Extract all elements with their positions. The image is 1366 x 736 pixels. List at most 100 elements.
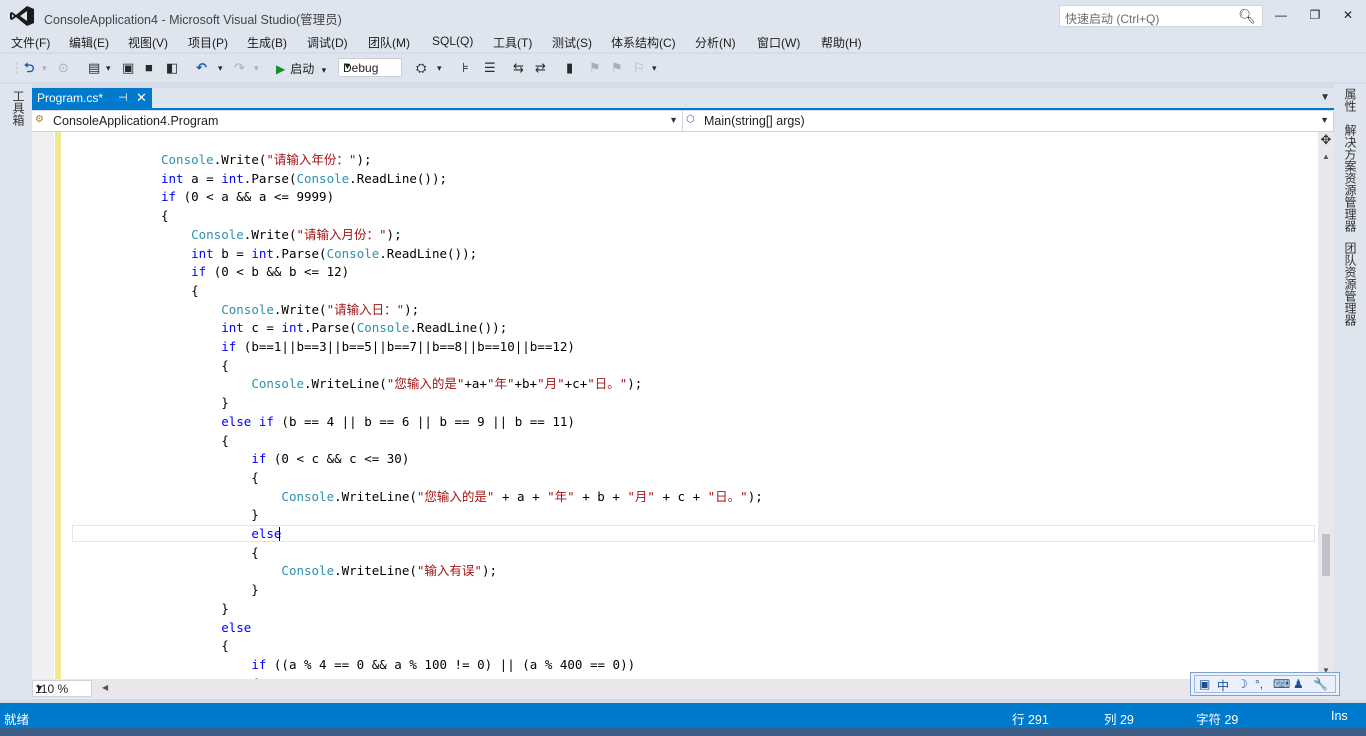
menu-sql[interactable]: SQL(Q) xyxy=(432,34,473,48)
code-line[interactable]: Console.Write("请输入月份："); xyxy=(161,225,402,244)
code-line[interactable]: Console.WriteLine("您输入的是"+a+"年"+b+"月"+c+… xyxy=(161,374,642,393)
restore-button[interactable]: ❐ xyxy=(1302,6,1328,24)
ime-chinese-toggle[interactable]: 中 xyxy=(1217,677,1229,694)
menu-window[interactable]: 窗口(W) xyxy=(757,34,800,51)
code-line[interactable]: { xyxy=(161,636,229,655)
code-editor[interactable]: Console.Write("请输入年份："); int a = int.Pars… xyxy=(32,132,1318,679)
properties-tab[interactable]: 属性 xyxy=(1342,88,1359,112)
menu-help[interactable]: 帮助(H) xyxy=(821,34,862,51)
toolbox-tab[interactable]: 工具箱 xyxy=(10,90,27,126)
scroll-thumb[interactable] xyxy=(1322,534,1330,576)
tab-overflow-icon[interactable]: ▼ xyxy=(1320,92,1330,103)
indent-icon[interactable]: ☰ xyxy=(484,58,496,78)
quick-launch-input[interactable]: 快速启动 (Ctrl+Q) 🔍︎ xyxy=(1059,5,1263,27)
navigate-back-icon[interactable]: ⮌ xyxy=(24,58,34,78)
code-line[interactable]: { xyxy=(161,356,229,375)
member-select-value: Main(string[] args) xyxy=(704,114,805,128)
menu-tools[interactable]: 工具(T) xyxy=(493,34,532,51)
ime-mode-icon[interactable]: ▣ xyxy=(1199,677,1210,691)
ime-user-icon[interactable]: ♟ xyxy=(1293,677,1304,691)
redo-icon[interactable]: ↷ xyxy=(234,58,245,78)
code-line[interactable]: else xyxy=(161,524,281,543)
code-line[interactable]: else xyxy=(161,618,251,637)
ime-punctuation-icon[interactable]: °, xyxy=(1255,677,1263,691)
bookmark-icon[interactable]: ▮ xyxy=(566,58,573,78)
clear-bookmarks-icon[interactable]: ⚐ xyxy=(633,58,645,78)
prev-bookmark-icon[interactable]: ⚑ xyxy=(589,58,601,78)
search-icon[interactable]: 🔍︎ xyxy=(1238,8,1256,25)
code-line[interactable]: else if (b == 4 || b == 6 || b == 9 || b… xyxy=(161,412,575,431)
undo-icon[interactable]: ↶ xyxy=(196,58,207,78)
code-line[interactable]: Console.WriteLine("您输入的是" + a + "年" + b … xyxy=(161,487,762,506)
uncomment-icon[interactable]: ⇄ xyxy=(535,58,546,78)
pin-icon[interactable]: ⊣ xyxy=(118,91,128,104)
glyph-margin[interactable] xyxy=(32,132,54,679)
code-line[interactable]: if (0 < a && a <= 9999) xyxy=(161,187,334,206)
class-select[interactable]: ⚙ ConsoleApplication4.Program ▼ xyxy=(32,111,683,131)
new-project-dropdown-icon[interactable]: ▾ xyxy=(106,58,111,78)
scroll-up-icon[interactable]: ▲ xyxy=(1322,152,1330,161)
code-line[interactable]: int c = int.Parse(Console.ReadLine()); xyxy=(161,318,507,337)
vertical-scrollbar[interactable]: ▲ ▼ xyxy=(1318,132,1334,679)
ime-settings-icon[interactable]: 🔧 xyxy=(1313,677,1328,691)
menu-build[interactable]: 生成(B) xyxy=(247,34,287,51)
code-line[interactable]: { xyxy=(161,431,229,450)
start-dropdown-icon[interactable]: ▾ xyxy=(322,65,327,75)
split-window-icon[interactable]: ✥ xyxy=(1318,132,1334,148)
code-line[interactable]: } xyxy=(161,393,229,412)
zoom-select[interactable]: 110 % ▼ xyxy=(32,680,92,697)
navigate-forward-icon[interactable]: ⊙ xyxy=(58,58,69,78)
code-line[interactable]: if (0 < b && b <= 12) xyxy=(161,262,349,281)
code-line[interactable]: { xyxy=(161,206,169,225)
team-explorer-tab[interactable]: 团队资源管理器 xyxy=(1342,242,1359,326)
comment-icon[interactable]: ⇆ xyxy=(513,58,524,78)
attach-dropdown-icon[interactable]: ▾ xyxy=(437,58,442,78)
code-line[interactable]: int b = int.Parse(Console.ReadLine()); xyxy=(161,244,477,263)
menu-project[interactable]: 项目(P) xyxy=(188,34,228,51)
back-dropdown-icon[interactable]: ▾ xyxy=(42,58,47,78)
redo-dropdown-icon[interactable]: ▾ xyxy=(254,58,259,78)
code-line[interactable]: if (0 < c && c <= 30) xyxy=(161,449,409,468)
code-line[interactable]: int a = int.Parse(Console.ReadLine()); xyxy=(161,169,447,188)
close-window-button[interactable]: ✕ xyxy=(1335,6,1361,24)
code-line[interactable]: } xyxy=(161,505,259,524)
menu-edit[interactable]: 编辑(E) xyxy=(69,34,109,51)
menu-analyze[interactable]: 分析(N) xyxy=(695,34,736,51)
menu-test[interactable]: 测试(S) xyxy=(552,34,592,51)
code-line[interactable]: { xyxy=(161,543,259,562)
code-line[interactable]: Console.WriteLine("输入有误"); xyxy=(161,561,497,580)
scroll-left-icon[interactable]: ◀ xyxy=(102,683,108,692)
code-line[interactable]: { xyxy=(161,468,259,487)
code-line[interactable]: Console.Write("请输入年份："); xyxy=(161,150,372,169)
solution-configuration-select[interactable]: Debug ▼ xyxy=(338,58,402,77)
code-line[interactable]: Console.Write("请输入日："); xyxy=(161,300,419,319)
code-line[interactable]: } xyxy=(161,580,259,599)
undo-dropdown-icon[interactable]: ▾ xyxy=(218,58,223,78)
close-icon[interactable]: ✕ xyxy=(136,90,147,106)
save-all-icon[interactable]: ◧ xyxy=(166,58,178,78)
ime-halfwidth-icon[interactable]: ☽ xyxy=(1237,677,1248,691)
tab-program-cs[interactable]: Program.cs* ⊣ ✕ xyxy=(32,88,152,108)
menu-debug[interactable]: 调试(D) xyxy=(307,34,348,51)
ime-keyboard-icon[interactable]: ⌨ xyxy=(1273,677,1290,691)
outdent-icon[interactable]: ⊧ xyxy=(462,58,469,78)
member-select[interactable]: ⬡ Main(string[] args) ▼ xyxy=(683,111,1334,131)
menu-file[interactable]: 文件(F) xyxy=(11,34,50,51)
code-line[interactable]: } xyxy=(161,599,229,618)
save-icon[interactable]: ■ xyxy=(145,58,153,78)
toolbar-options-icon[interactable]: ▾ xyxy=(652,58,657,78)
menu-team[interactable]: 团队(M) xyxy=(368,34,410,51)
start-debugging-button[interactable]: ▶ 启动 ▾ xyxy=(276,60,326,77)
code-line[interactable]: { xyxy=(161,281,199,300)
menu-view[interactable]: 视图(V) xyxy=(128,34,168,51)
attach-icon[interactable]: ⛭ xyxy=(416,58,426,78)
horizontal-scrollbar[interactable]: 110 % ▼ ◀ xyxy=(32,679,1334,699)
code-line[interactable]: if ((a % 4 == 0 && a % 100 != 0) || (a %… xyxy=(161,655,635,674)
minimize-button[interactable]: — xyxy=(1268,6,1294,24)
open-file-icon[interactable]: ▣ xyxy=(122,58,134,78)
code-line[interactable]: if (b==1||b==3||b==5||b==7||b==8||b==10|… xyxy=(161,337,575,356)
next-bookmark-icon[interactable]: ⚑ xyxy=(611,58,623,78)
menu-architecture[interactable]: 体系结构(C) xyxy=(611,34,676,51)
solution-explorer-tab[interactable]: 解决方案资源管理器 xyxy=(1342,124,1359,232)
new-project-icon[interactable]: ▤ xyxy=(88,58,100,78)
